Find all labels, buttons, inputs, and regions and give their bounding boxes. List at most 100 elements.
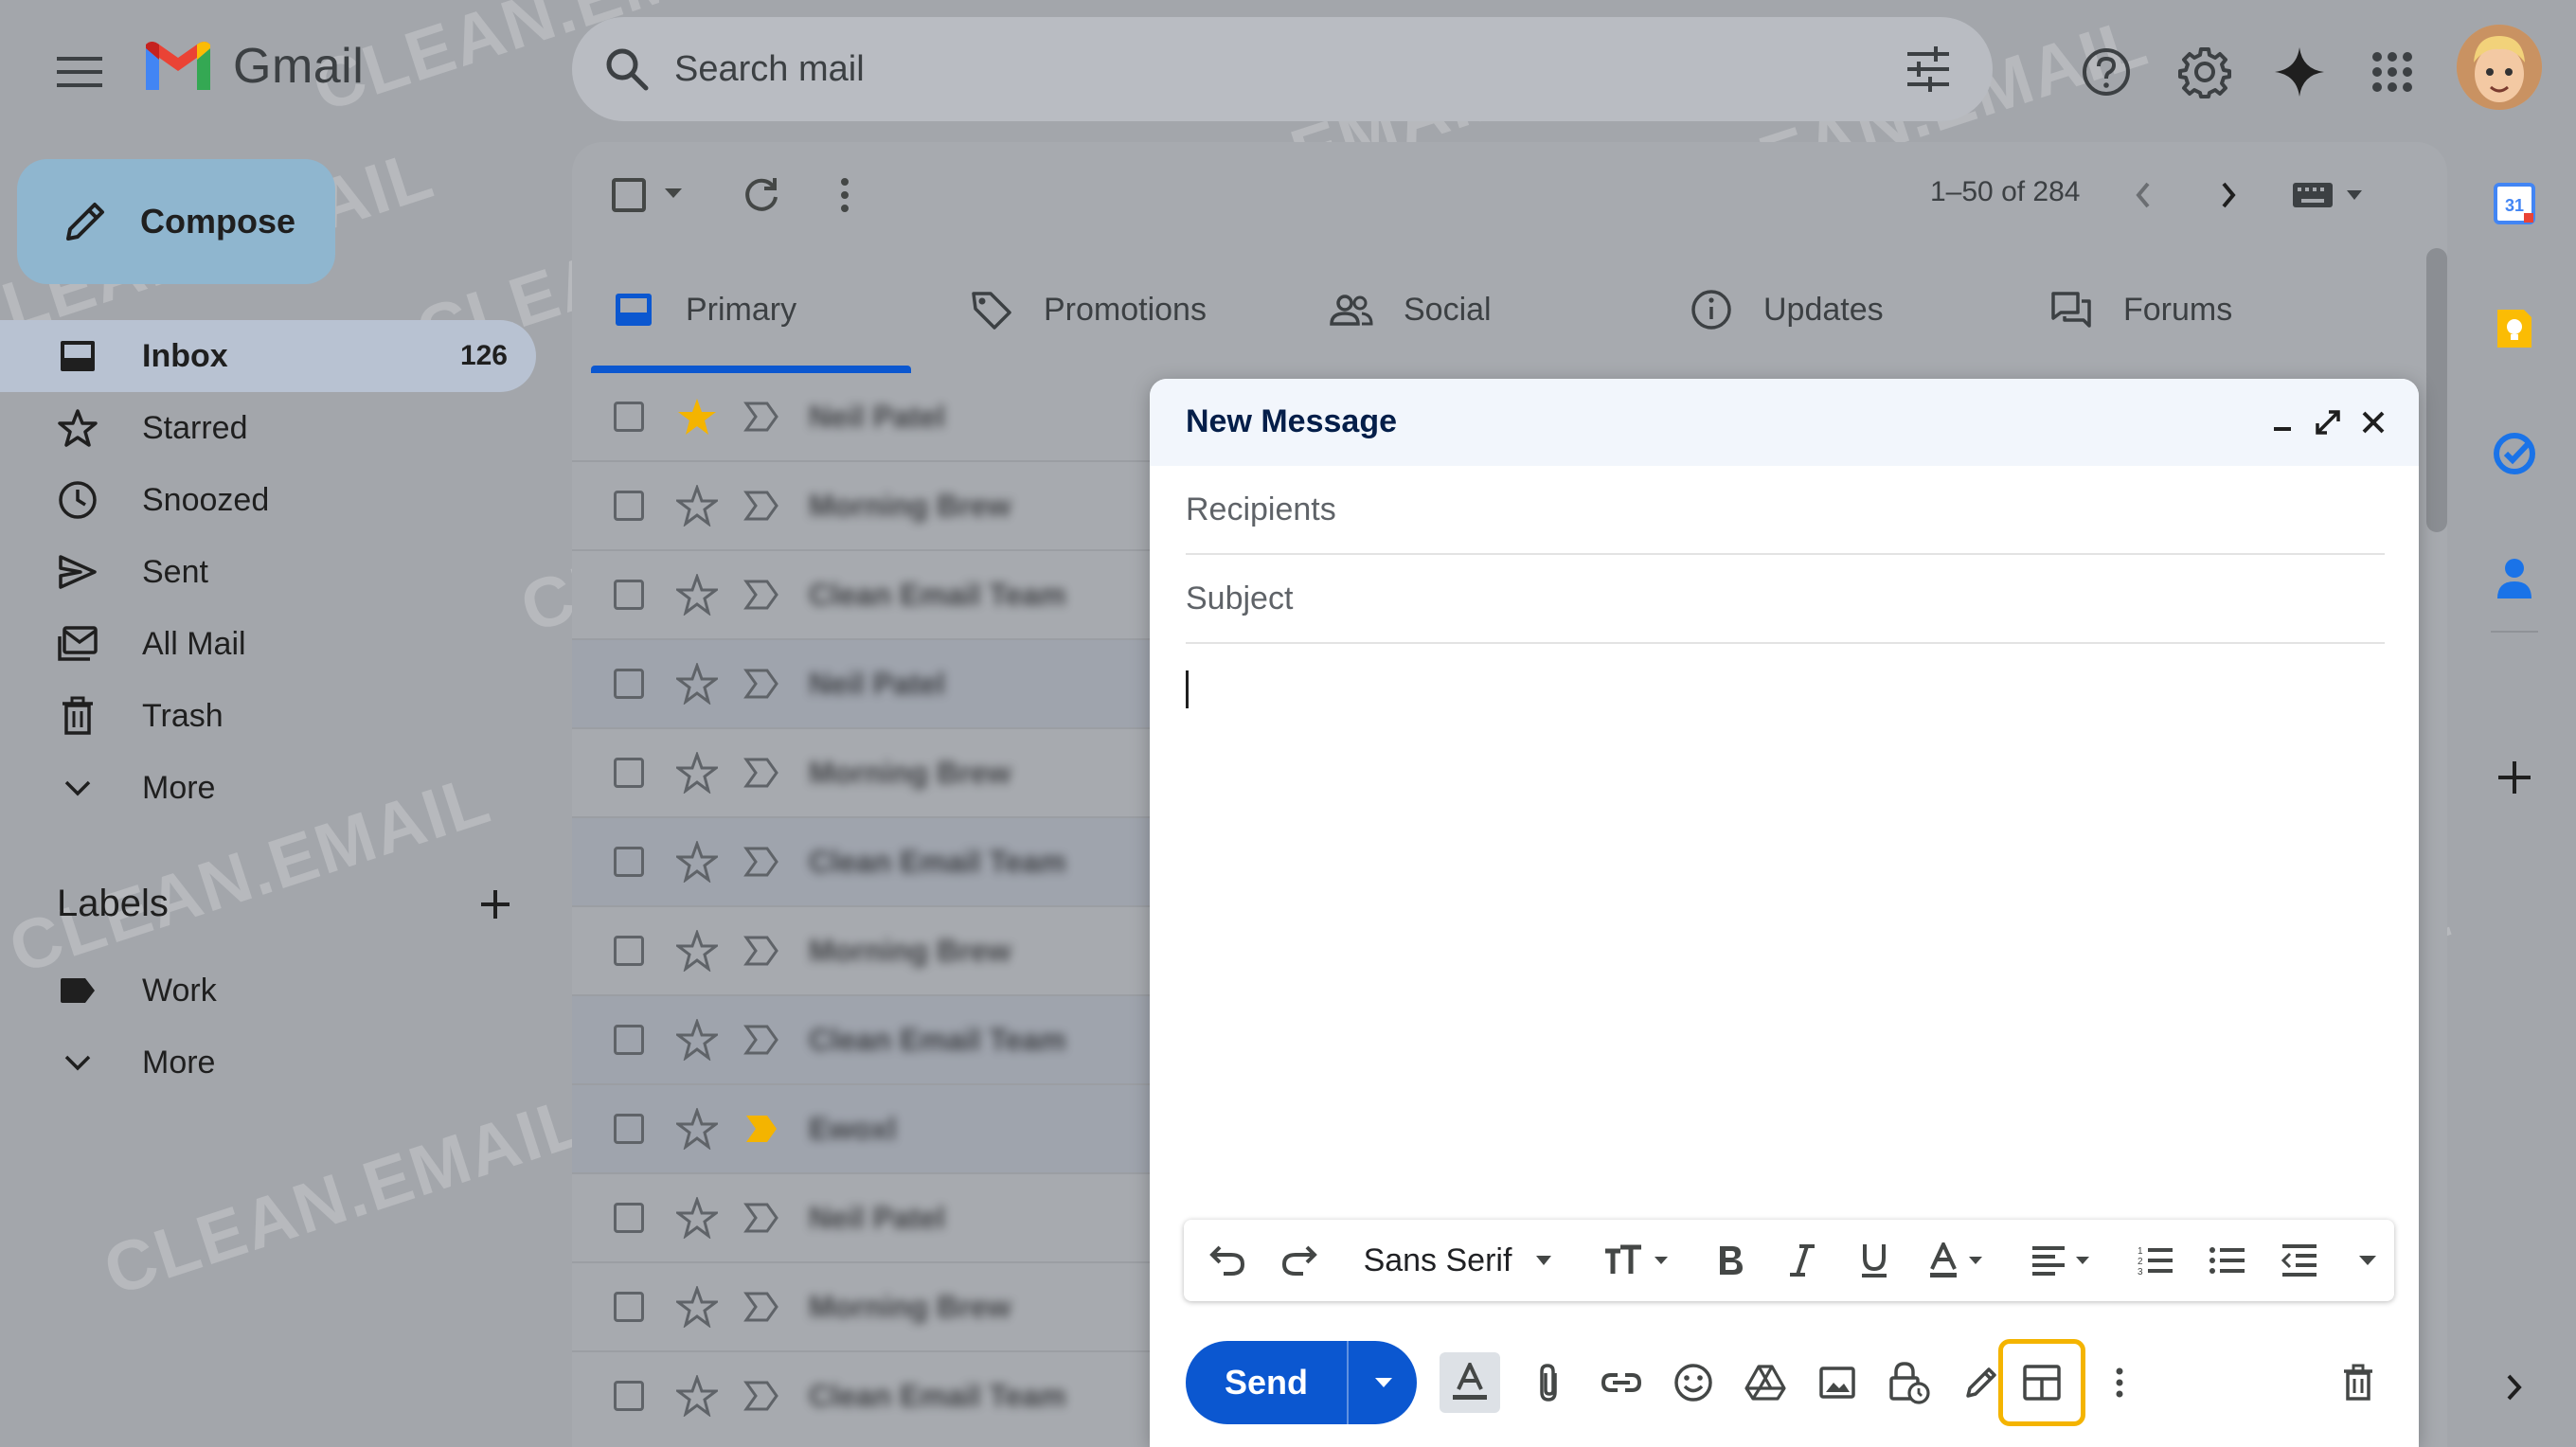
sidebar-item-trash[interactable]: Trash xyxy=(0,680,536,752)
tab-social[interactable]: Social xyxy=(1328,258,1492,362)
star-outline-icon[interactable] xyxy=(676,1197,718,1239)
get-addons-button[interactable] xyxy=(2483,746,2546,809)
sidebar-labels-more[interactable]: More xyxy=(0,1027,536,1099)
tab-promotions[interactable]: Promotions xyxy=(968,258,1207,362)
star-outline-icon[interactable] xyxy=(676,752,718,794)
full-screen-button[interactable] xyxy=(2307,402,2349,443)
compose-header[interactable]: New Message xyxy=(1150,379,2419,466)
importance-marker-icon[interactable] xyxy=(742,576,780,614)
keep-app-button[interactable] xyxy=(2483,297,2546,360)
sidebar-item-all-mail[interactable]: All Mail xyxy=(0,608,536,680)
gmail-logo[interactable]: Gmail xyxy=(142,38,364,95)
support-button[interactable] xyxy=(2076,42,2137,102)
recipients-field[interactable] xyxy=(1186,466,2385,555)
recipients-input[interactable] xyxy=(1186,491,2385,528)
sidebar-item-snoozed[interactable]: Snoozed xyxy=(0,464,536,536)
email-row[interactable]: Neil Patel xyxy=(572,1174,1159,1263)
email-row[interactable]: Morning Brew xyxy=(572,1263,1159,1352)
show-side-panel-button[interactable] xyxy=(2483,1356,2546,1419)
row-checkbox[interactable] xyxy=(614,936,644,966)
row-checkbox[interactable] xyxy=(614,847,644,877)
importance-marker-filled-icon[interactable] xyxy=(742,1110,780,1148)
align-button[interactable] xyxy=(2027,1236,2095,1285)
search-icon[interactable] xyxy=(600,43,653,96)
compose-button[interactable]: Compose xyxy=(17,159,335,284)
message-body[interactable] xyxy=(1186,653,2385,1203)
redo-button[interactable] xyxy=(1275,1236,1324,1285)
insert-link-button[interactable] xyxy=(1593,1354,1650,1411)
star-outline-icon[interactable] xyxy=(676,930,718,972)
star-outline-icon[interactable] xyxy=(676,1108,718,1150)
star-outline-icon[interactable] xyxy=(676,1019,718,1061)
importance-marker-icon[interactable] xyxy=(742,398,780,436)
close-button[interactable] xyxy=(2352,402,2394,443)
email-row[interactable]: Morning Brew xyxy=(572,729,1159,818)
underline-button[interactable] xyxy=(1851,1236,1898,1285)
email-row[interactable]: Neil Patel xyxy=(572,373,1159,462)
importance-marker-icon[interactable] xyxy=(742,754,780,792)
star-outline-icon[interactable] xyxy=(676,663,718,705)
text-color-button[interactable] xyxy=(1923,1236,1989,1285)
star-filled-icon[interactable] xyxy=(676,396,718,438)
importance-marker-icon[interactable] xyxy=(742,665,780,703)
email-row[interactable]: Neil Patel xyxy=(572,640,1159,729)
schedule-send-button[interactable] xyxy=(1351,1341,1417,1424)
tab-primary[interactable]: Primary xyxy=(610,258,796,362)
email-row[interactable]: Clean Email Team xyxy=(572,996,1159,1085)
calendar-app-button[interactable]: 31 xyxy=(2483,172,2546,235)
sidebar-item-more[interactable]: More xyxy=(0,752,536,824)
email-row[interactable]: Clean Email Team xyxy=(572,818,1159,907)
refresh-button[interactable] xyxy=(741,174,782,216)
contacts-app-button[interactable] xyxy=(2483,547,2546,610)
attach-files-button[interactable] xyxy=(1521,1354,1578,1411)
star-outline-icon[interactable] xyxy=(676,1375,718,1417)
account-avatar[interactable] xyxy=(2457,25,2542,110)
more-formatting-button[interactable] xyxy=(2349,1236,2387,1285)
older-page-button[interactable] xyxy=(2218,178,2241,212)
email-row[interactable]: Clean Email Team xyxy=(572,1352,1159,1441)
insert-drive-file-button[interactable] xyxy=(1737,1354,1794,1411)
search-bar[interactable] xyxy=(572,17,1993,121)
row-checkbox[interactable] xyxy=(614,1025,644,1055)
importance-marker-icon[interactable] xyxy=(742,932,780,970)
tasks-app-button[interactable] xyxy=(2483,422,2546,485)
more-actions-button[interactable] xyxy=(837,174,852,216)
row-checkbox[interactable] xyxy=(614,491,644,521)
row-checkbox[interactable] xyxy=(614,758,644,788)
search-input[interactable] xyxy=(674,48,1858,90)
row-checkbox[interactable] xyxy=(614,580,644,610)
row-checkbox[interactable] xyxy=(614,402,644,432)
row-checkbox[interactable] xyxy=(614,1381,644,1411)
importance-marker-icon[interactable] xyxy=(742,1288,780,1326)
indent-less-button[interactable] xyxy=(2275,1236,2324,1285)
insert-photo-button[interactable] xyxy=(1809,1354,1866,1411)
importance-marker-icon[interactable] xyxy=(742,843,780,881)
newer-page-button[interactable] xyxy=(2131,178,2154,212)
insert-emoji-button[interactable] xyxy=(1665,1354,1722,1411)
list-scrollbar-thumb[interactable] xyxy=(2426,248,2447,532)
subject-input[interactable] xyxy=(1186,580,2385,617)
row-checkbox[interactable] xyxy=(614,1203,644,1233)
discard-draft-button[interactable] xyxy=(2330,1354,2387,1411)
sidebar-item-sent[interactable]: Sent xyxy=(0,536,536,608)
importance-marker-icon[interactable] xyxy=(742,1199,780,1237)
star-outline-icon[interactable] xyxy=(676,574,718,616)
numbered-list-button[interactable]: 123 xyxy=(2131,1236,2180,1285)
subject-field[interactable] xyxy=(1186,555,2385,644)
importance-marker-icon[interactable] xyxy=(742,487,780,525)
bold-button[interactable] xyxy=(1707,1236,1754,1285)
importance-marker-icon[interactable] xyxy=(742,1021,780,1059)
select-all-checkbox[interactable] xyxy=(612,178,646,212)
undo-button[interactable] xyxy=(1203,1236,1252,1285)
importance-marker-icon[interactable] xyxy=(742,1377,780,1415)
main-menu-button[interactable] xyxy=(49,42,110,102)
star-outline-icon[interactable] xyxy=(676,1286,718,1328)
sidebar-item-inbox[interactable]: Inbox 126 xyxy=(0,320,536,392)
layouts-button[interactable] xyxy=(1998,1339,2085,1426)
row-checkbox[interactable] xyxy=(614,1292,644,1322)
formatting-options-button[interactable] xyxy=(1440,1352,1500,1413)
sidebar-label-work[interactable]: Work xyxy=(0,955,536,1027)
email-row[interactable]: Clean Email Team xyxy=(572,551,1159,640)
google-apps-button[interactable] xyxy=(2362,42,2423,102)
font-family-select[interactable]: Sans Serif xyxy=(1345,1236,1572,1285)
